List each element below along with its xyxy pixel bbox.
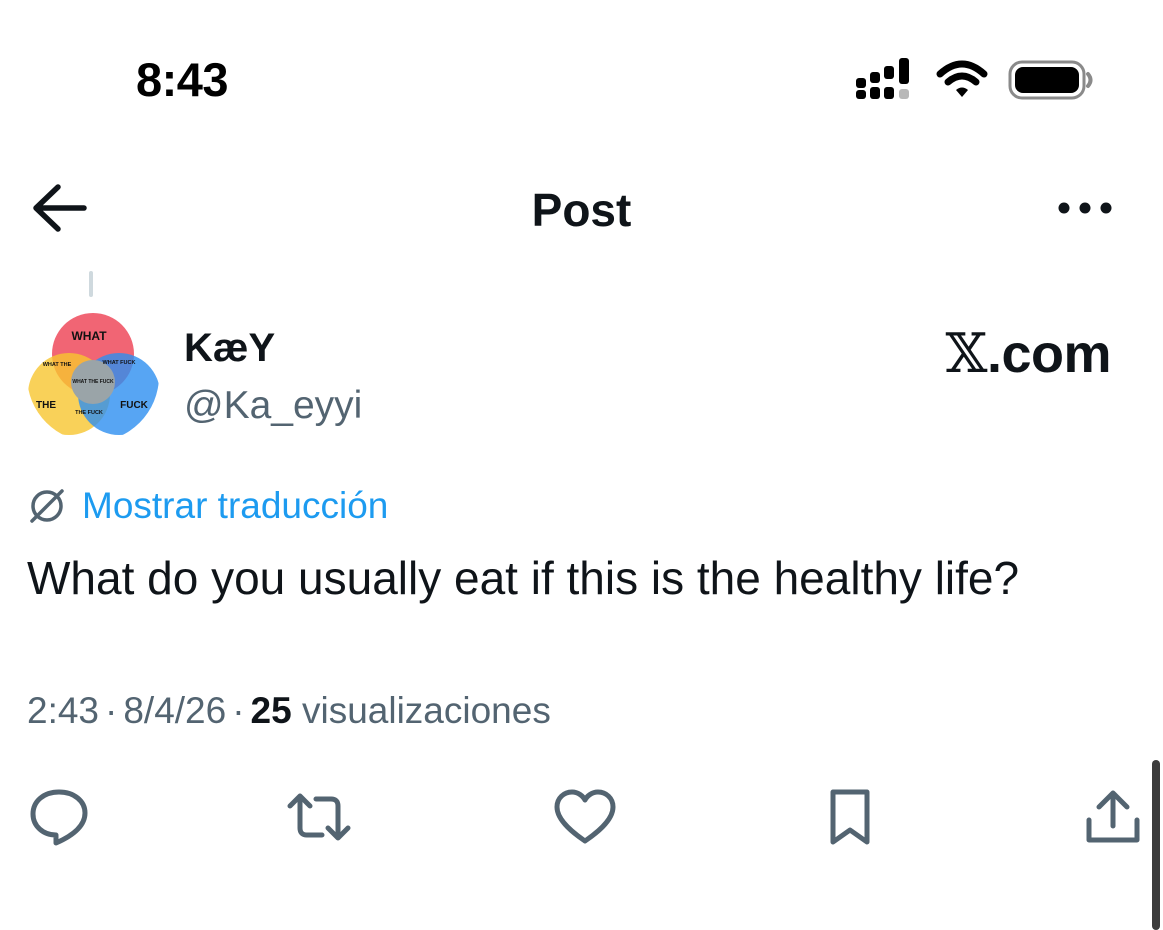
battery-icon bbox=[1008, 60, 1093, 100]
post-date[interactable]: 8/4/26 bbox=[123, 690, 226, 731]
cellular-signal-icon bbox=[856, 58, 909, 99]
show-translation-label: Mostrar traducción bbox=[82, 485, 389, 526]
bookmark-button[interactable] bbox=[817, 786, 883, 848]
post-text: What do you usually eat if this is the h… bbox=[27, 552, 1020, 604]
page-title: Post bbox=[531, 184, 632, 236]
author-handle[interactable]: @Ka_eyyi bbox=[184, 384, 362, 428]
like-button[interactable] bbox=[552, 786, 618, 848]
like-icon bbox=[554, 789, 616, 844]
post-meta: 2:43 · 8/4/26 · 25 visualizaciones bbox=[27, 690, 551, 732]
status-bar-time: 8:43 bbox=[136, 53, 229, 106]
share-icon bbox=[1086, 790, 1140, 843]
wifi-icon bbox=[936, 60, 988, 97]
watermark-domain: .com bbox=[986, 324, 1112, 384]
reply-icon bbox=[30, 789, 88, 846]
translate-slash-icon bbox=[30, 489, 64, 523]
repost-icon bbox=[287, 793, 351, 841]
repost-button[interactable] bbox=[286, 786, 352, 848]
more-options-button[interactable] bbox=[1052, 190, 1118, 226]
x-com-watermark: 𝕏.com bbox=[945, 322, 1112, 385]
venn-diagram-avatar: WHAT WHAT THE WHAT FUCK WHAT THE FUCK TH… bbox=[27, 310, 159, 442]
more-horizontal-icon bbox=[1058, 202, 1112, 214]
x-logo-icon: 𝕏 bbox=[945, 322, 988, 385]
meta-separator: · bbox=[232, 690, 245, 731]
post-time[interactable]: 2:43 bbox=[27, 690, 99, 731]
bookmark-icon bbox=[830, 789, 870, 845]
views-label[interactable]: visualizaciones bbox=[302, 690, 551, 731]
avatar-label-top: WHAT bbox=[71, 329, 107, 343]
meta-separator: · bbox=[105, 690, 118, 731]
reply-button[interactable] bbox=[26, 786, 92, 848]
avatar-label-bottom: THE FUCK bbox=[75, 410, 103, 416]
author-display-name[interactable]: KæY bbox=[184, 326, 275, 371]
avatar-label-right: FUCK bbox=[120, 400, 149, 411]
views-count[interactable]: 25 bbox=[251, 690, 292, 731]
avatar-label-top-right: WHAT FUCK bbox=[103, 360, 136, 366]
avatar[interactable]: WHAT WHAT THE WHAT FUCK WHAT THE FUCK TH… bbox=[27, 310, 159, 442]
share-button[interactable] bbox=[1080, 786, 1146, 848]
show-translation-button[interactable]: Mostrar traducción bbox=[26, 482, 388, 530]
avatar-label-left: THE bbox=[36, 400, 56, 411]
scrollbar[interactable] bbox=[1152, 760, 1160, 930]
avatar-label-top-left: WHAT THE bbox=[43, 362, 72, 368]
thread-connector-line bbox=[89, 271, 93, 297]
avatar-label-center: WHAT THE FUCK bbox=[72, 379, 114, 385]
